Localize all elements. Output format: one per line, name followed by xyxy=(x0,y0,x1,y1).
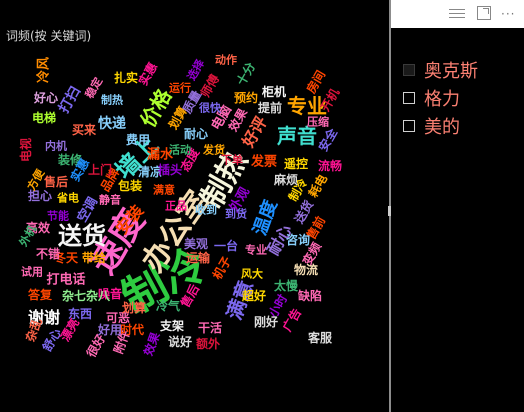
word-cloud: 制冷 速度 办公室 制热 送货 墙上 声音 专业 价格 温度 满意 耐心 安装 谢谢 好评 快递 打电话 外观 发票… xyxy=(0,0,389,412)
cloud-word[interactable]: 买来 xyxy=(72,124,96,136)
cloud-word[interactable]: 运行 xyxy=(169,83,191,94)
slicer-list: 奥克斯 格力 美的 xyxy=(403,56,478,140)
cloud-word[interactable]: 到货 xyxy=(225,209,247,220)
cloud-word[interactable]: 好用 xyxy=(98,324,122,336)
cloud-word[interactable]: 好心 xyxy=(34,92,58,104)
cloud-word[interactable]: 静音 xyxy=(99,195,121,206)
cloud-word[interactable]: 支架 xyxy=(160,320,184,332)
cloud-word[interactable]: 压缩 xyxy=(307,117,329,128)
cloud-word[interactable]: 效果 xyxy=(141,330,162,357)
cloud-word[interactable]: 额外 xyxy=(196,338,220,350)
cloud-word[interactable]: 收到 xyxy=(195,205,217,216)
cloud-word[interactable]: 十分 xyxy=(234,60,258,88)
cloud-word[interactable]: 太慢 xyxy=(274,280,298,292)
cloud-word[interactable]: 发票 xyxy=(251,156,277,169)
cloud-word[interactable]: 活动 xyxy=(169,145,191,156)
slicer-option-aux[interactable]: 奥克斯 xyxy=(403,56,478,84)
cloud-word[interactable]: 冷风 xyxy=(37,57,52,83)
cloud-word[interactable]: 空调 xyxy=(75,195,101,225)
word-cloud-visual[interactable]: 词频(按 关键词) 制冷 速度 办公室 制热 送货 墙上 声音 专业 价格 温度 满意 耐心 安装 谢谢好… xyxy=(0,0,389,412)
cloud-word[interactable]: 满意 xyxy=(153,185,175,196)
cloud-word[interactable]: 机子 xyxy=(210,254,234,282)
slicer-option-midea[interactable]: 美的 xyxy=(403,112,478,140)
cloud-word[interactable]: 美观 xyxy=(184,238,208,250)
cloud-word[interactable]: 售后 xyxy=(44,176,68,188)
cloud-word[interactable]: 安全 xyxy=(316,126,340,154)
cloud-word[interactable]: 物流 xyxy=(294,264,318,276)
drag-icon[interactable] xyxy=(449,6,465,22)
cloud-word[interactable]: 舒心 xyxy=(40,326,64,354)
cloud-word[interactable]: 外机 xyxy=(17,223,39,249)
cloud-word[interactable]: 房间 xyxy=(304,68,328,96)
cloud-word[interactable]: 不错 xyxy=(36,248,60,260)
cloud-word[interactable]: 冷气 xyxy=(156,300,180,312)
cloud-word[interactable]: 超好 xyxy=(242,290,266,302)
slicer-option-label: 格力 xyxy=(424,89,460,110)
cloud-word[interactable]: 开机 xyxy=(318,86,342,114)
cloud-word[interactable]: 下单 xyxy=(221,155,243,166)
cloud-word[interactable]: 声音 xyxy=(277,126,317,146)
cloud-word[interactable]: 制热 xyxy=(101,95,123,106)
cloud-word[interactable]: 上门 xyxy=(88,164,112,176)
cloud-word[interactable]: 内机 xyxy=(45,141,67,152)
checkbox-icon[interactable] xyxy=(403,64,415,76)
focus-mode-icon[interactable] xyxy=(477,6,491,20)
cloud-word[interactable]: 包装 xyxy=(118,180,142,192)
cloud-word[interactable]: 提前 xyxy=(258,102,282,114)
cloud-word[interactable]: 正品 xyxy=(165,201,187,212)
cloud-word[interactable]: 送货 xyxy=(58,224,106,248)
cloud-word[interactable]: 打扫 xyxy=(56,84,84,116)
cloud-word[interactable]: 快递 xyxy=(98,117,126,131)
cloud-word[interactable]: 柜机 xyxy=(262,86,286,98)
cloud-word[interactable]: 划算 xyxy=(122,302,146,314)
cloud-word[interactable]: 担心 xyxy=(28,190,52,202)
cloud-word[interactable]: 流畅 xyxy=(318,160,342,172)
cloud-word[interactable]: 省电 xyxy=(57,193,79,204)
cloud-word[interactable]: 带给 xyxy=(82,252,106,264)
cloud-word[interactable]: 很快 xyxy=(199,103,221,114)
cloud-word[interactable]: 节能 xyxy=(47,211,69,222)
slicer-option-label: 美的 xyxy=(424,117,460,138)
cloud-word[interactable]: 运输 xyxy=(186,252,210,264)
cloud-word[interactable]: 时代 xyxy=(120,324,144,336)
cloud-word[interactable]: 干活 xyxy=(198,322,222,334)
cloud-word[interactable]: 说好 xyxy=(168,336,192,348)
cloud-word[interactable]: 实惠 xyxy=(136,60,160,88)
cloud-word[interactable]: 一台 xyxy=(214,240,238,252)
cloud-word[interactable]: 缺陷 xyxy=(298,290,322,302)
cloud-word[interactable]: 麻烦 xyxy=(274,174,298,186)
cloud-word[interactable]: 试用 xyxy=(21,267,43,278)
cloud-word[interactable]: 刚好 xyxy=(254,316,278,328)
cloud-word[interactable]: 答复 xyxy=(28,289,52,301)
visual-header: ··· xyxy=(391,0,524,28)
cloud-word[interactable]: 咨询 xyxy=(286,234,310,246)
cloud-word[interactable]: 客服 xyxy=(308,332,332,344)
cloud-word[interactable]: 耗电 xyxy=(306,172,330,200)
checkbox-icon[interactable] xyxy=(403,92,415,104)
cloud-word[interactable]: 动作 xyxy=(215,55,237,66)
cloud-word[interactable]: 专业 xyxy=(245,245,267,256)
slicer-option-label: 奥克斯 xyxy=(424,61,478,82)
cloud-word[interactable]: 预约 xyxy=(234,92,258,104)
checkbox-icon[interactable] xyxy=(403,120,415,132)
cloud-word[interactable]: 费用 xyxy=(126,134,150,146)
cloud-word[interactable]: 扎实 xyxy=(114,72,138,84)
cloud-word[interactable]: 耐心 xyxy=(184,128,208,140)
cloud-word[interactable]: 电视 xyxy=(19,138,33,162)
cloud-word[interactable]: 选择 xyxy=(185,57,207,83)
more-options-icon[interactable]: ··· xyxy=(501,6,517,22)
cloud-word[interactable]: 电梯 xyxy=(32,112,56,124)
brand-slicer[interactable]: ··· 奥克斯 格力 美的 xyxy=(391,0,524,412)
cloud-word[interactable]: 风大 xyxy=(241,269,263,280)
slicer-option-gree[interactable]: 格力 xyxy=(403,84,478,112)
cloud-word[interactable]: 广告 xyxy=(280,306,304,334)
cloud-word[interactable]: 打电话 xyxy=(46,274,85,287)
cloud-word[interactable]: 遥控 xyxy=(284,158,308,170)
cloud-word[interactable]: 东西 xyxy=(68,308,92,320)
cloud-word[interactable]: 杂七杂八 xyxy=(62,290,110,302)
